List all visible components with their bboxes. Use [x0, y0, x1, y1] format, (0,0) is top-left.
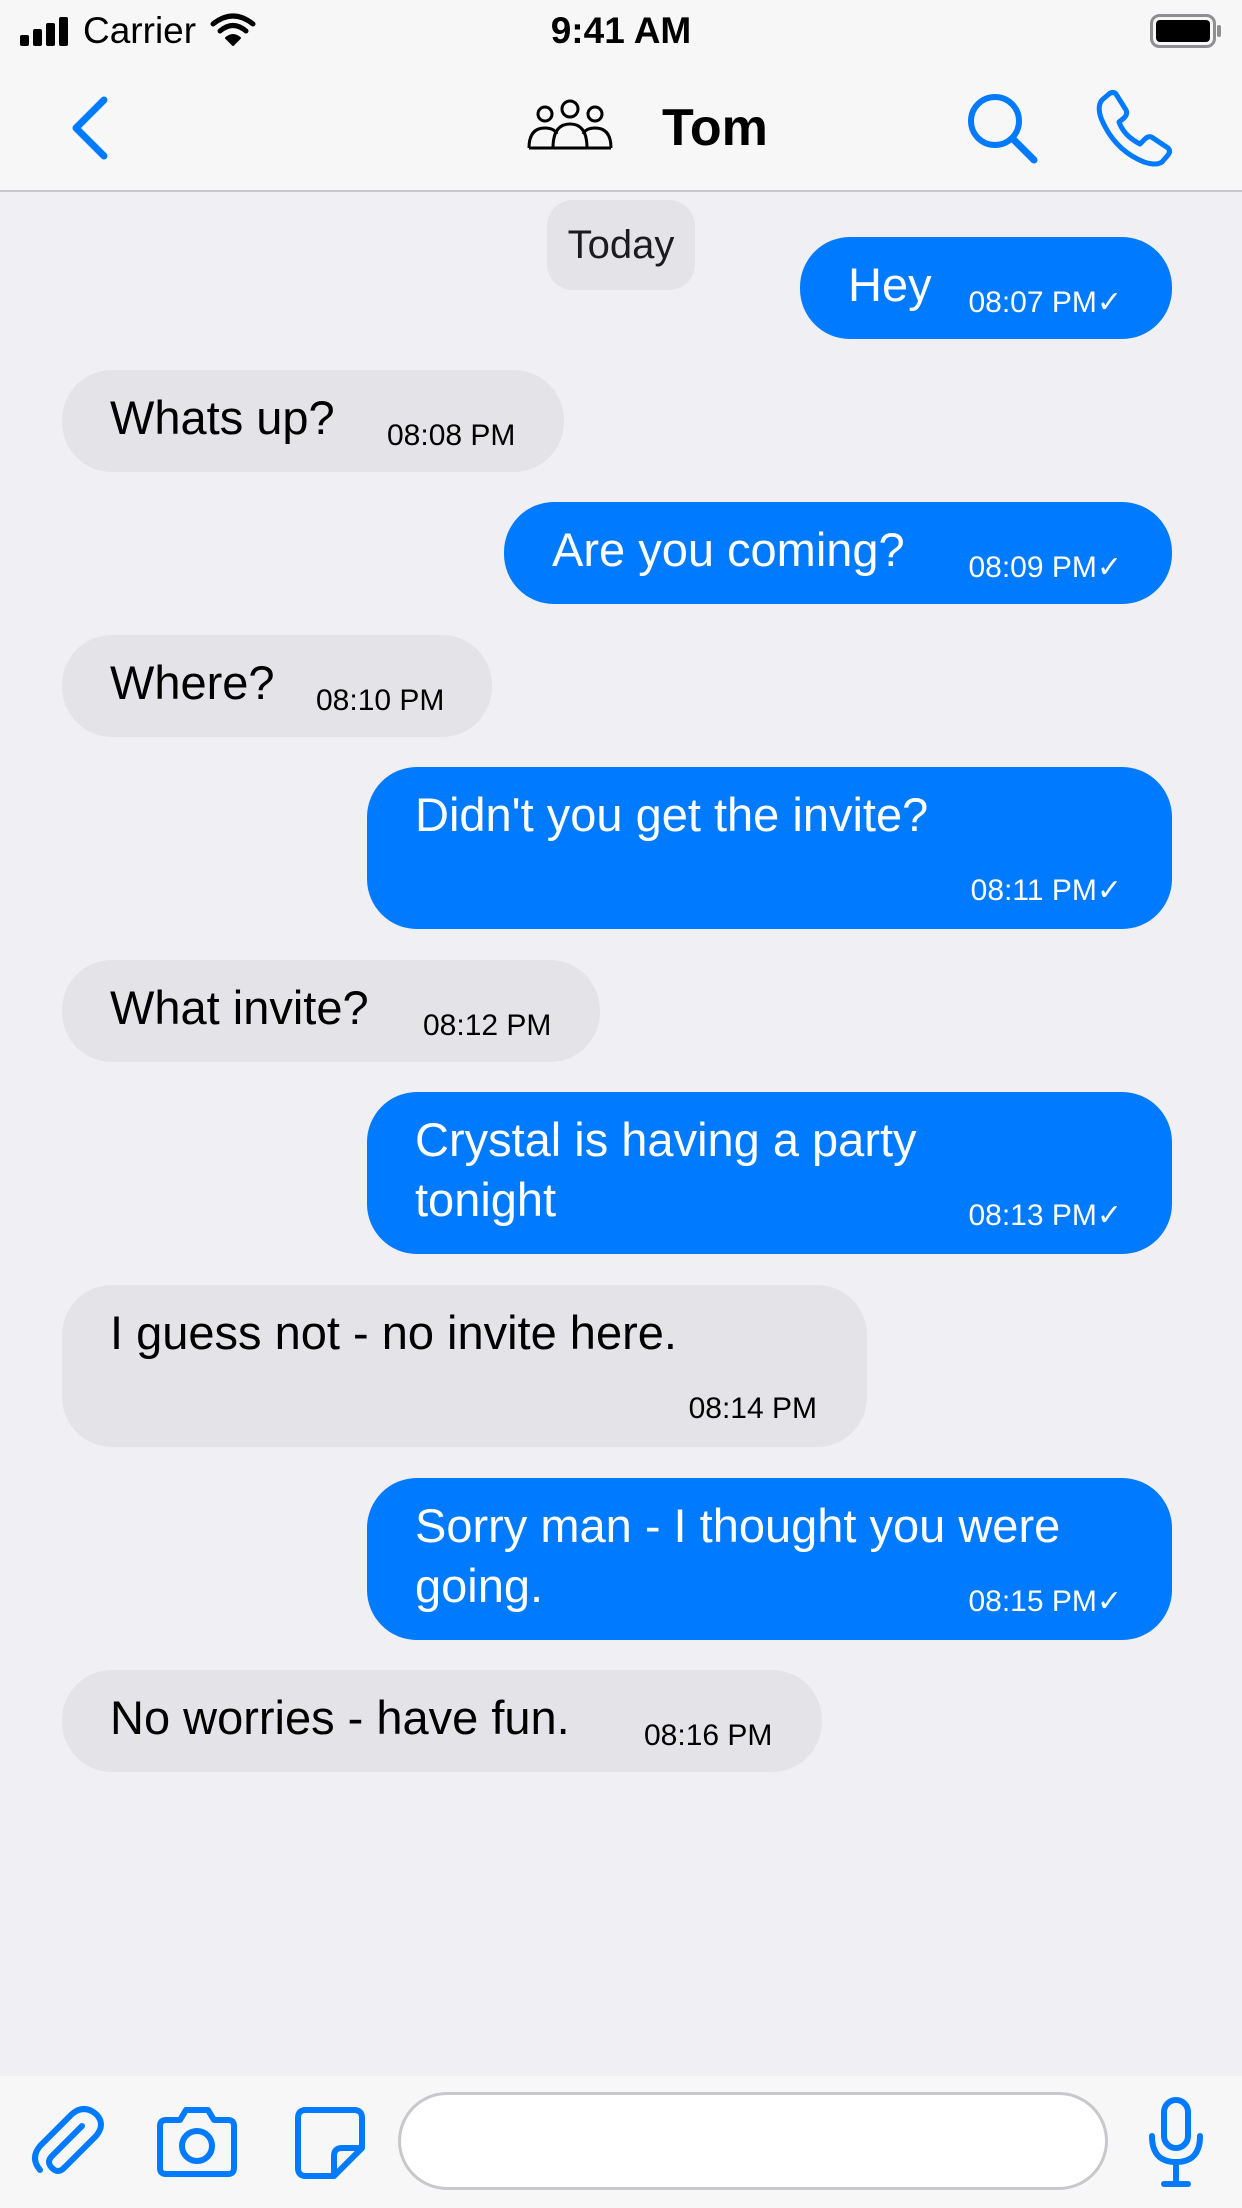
message-timestamp: 08:15 PM✓	[968, 1585, 1122, 1618]
incoming-message-bubble[interactable]: Where? 08:10 PM	[62, 635, 492, 737]
message-timestamp: 08:13 PM✓	[968, 1199, 1122, 1232]
chat-header: Tom	[0, 66, 1242, 192]
message-text: Hey	[848, 258, 932, 311]
message-text: Whats up?	[110, 391, 335, 444]
contact-name[interactable]: Tom	[662, 94, 768, 162]
status-bar: Carrier 9:41 AM	[0, 0, 1242, 66]
message-timestamp: 08:08 PM	[387, 419, 516, 452]
sticker-icon[interactable]	[292, 2102, 368, 2182]
camera-icon[interactable]	[154, 2102, 240, 2182]
message-timestamp: 08:10 PM	[316, 684, 445, 717]
outgoing-message-bubble[interactable]: Didn't you get the invite? 08:11 PM✓	[367, 767, 1172, 929]
message-text-line: Sorry man - I thought you were	[415, 1499, 1061, 1552]
message-timestamp: 08:14 PM	[688, 1392, 817, 1425]
microphone-icon[interactable]	[1146, 2096, 1206, 2190]
search-icon[interactable]	[962, 88, 1042, 168]
incoming-message-bubble[interactable]: No worries - have fun. 08:16 PM	[62, 1670, 822, 1772]
back-chevron-icon[interactable]	[60, 92, 120, 164]
phone-icon[interactable]	[1094, 88, 1174, 168]
message-text-line: Crystal is having a party	[415, 1113, 917, 1166]
group-icon	[527, 99, 613, 150]
battery-icon	[1150, 14, 1221, 48]
message-timestamp: 08:16 PM	[644, 1719, 773, 1752]
message-text: Didn't you get the invite?	[415, 788, 929, 841]
message-input[interactable]	[398, 2092, 1108, 2190]
outgoing-message-bubble[interactable]: Crystal is having a party tonight 08:13 …	[367, 1092, 1172, 1254]
status-time: 9:41 AM	[550, 10, 692, 51]
outgoing-message-bubble[interactable]: Sorry man - I thought you were going. 08…	[367, 1478, 1172, 1640]
message-text: No worries - have fun.	[110, 1691, 570, 1744]
message-timestamp: 08:07 PM✓	[968, 286, 1122, 319]
incoming-message-bubble[interactable]: I guess not - no invite here. 08:14 PM	[62, 1285, 867, 1447]
message-timestamp: 08:09 PM✓	[968, 551, 1122, 584]
outgoing-message-bubble[interactable]: Hey 08:07 PM✓	[800, 237, 1172, 339]
date-divider: Today	[547, 200, 695, 290]
outgoing-message-bubble[interactable]: Are you coming? 08:09 PM✓	[504, 502, 1172, 604]
incoming-message-bubble[interactable]: What invite? 08:12 PM	[62, 960, 600, 1062]
message-composer	[0, 2076, 1242, 2208]
message-timestamp: 08:11 PM✓	[970, 874, 1122, 907]
message-text: Are you coming?	[552, 523, 905, 576]
message-timestamp: 08:12 PM	[423, 1009, 552, 1042]
message-text: What invite?	[110, 981, 369, 1034]
message-text: Where?	[110, 656, 275, 709]
paperclip-icon[interactable]	[26, 2102, 106, 2182]
incoming-message-bubble[interactable]: Whats up? 08:08 PM	[62, 370, 564, 472]
message-text: I guess not - no invite here.	[110, 1306, 677, 1359]
